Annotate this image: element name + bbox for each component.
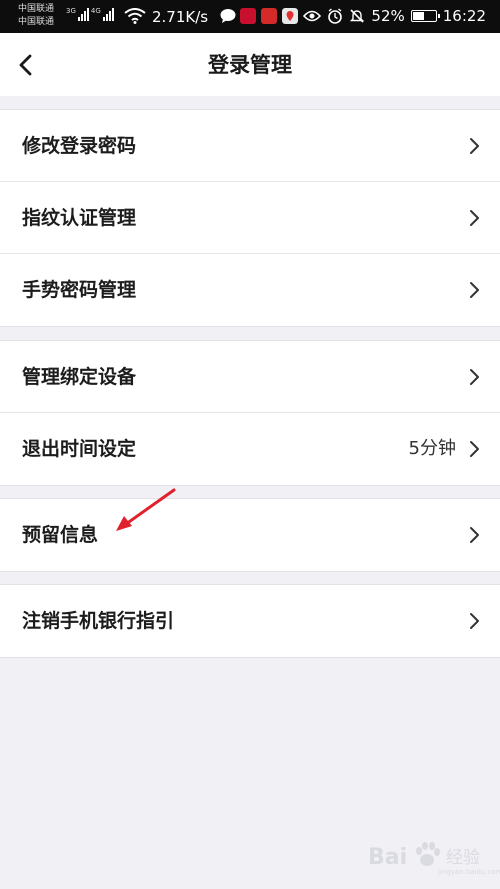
settings-row-fingerprint[interactable]: 指纹认证管理 (0, 182, 500, 254)
settings-group-device: 管理绑定设备 退出时间设定 5分钟 (0, 340, 500, 486)
mute-icon (350, 9, 365, 23)
chat-icon (220, 9, 236, 23)
battery-percent: 52% (371, 7, 405, 25)
watermark-text: Bai (368, 845, 408, 870)
paw-icon (416, 842, 440, 866)
eye-icon (303, 10, 322, 22)
signal-icon (77, 7, 89, 21)
alarm-icon (328, 8, 343, 24)
chevron-right-icon (470, 613, 479, 629)
row-label: 注销手机银行指引 (22, 610, 175, 632)
status-bar: 中国联通 中国联通 3G 4G 2.71K/s 52% 16:22 (0, 0, 500, 33)
red-arrow-icon (116, 488, 176, 531)
app-notification-icon (261, 8, 277, 24)
row-label: 退出时间设定 (22, 438, 137, 460)
page-title: 登录管理 (208, 53, 292, 77)
settings-group-cancel: 注销手机银行指引 (0, 584, 500, 658)
row-label: 修改登录密码 (22, 135, 137, 157)
timeout-value: 5分钟 (408, 438, 456, 459)
wifi-icon (124, 8, 146, 24)
settings-row-gesture-password[interactable]: 手势密码管理 (0, 254, 500, 326)
app-notification-icon (240, 8, 256, 24)
settings-group-reserved-info: 预留信息 (0, 498, 500, 572)
chevron-right-icon (470, 138, 479, 154)
signal-group: 3G 4G (66, 7, 114, 21)
status-right: 52% 16:22 (303, 7, 486, 25)
network-speed: 2.71K/s (152, 8, 209, 26)
signal-icon (102, 7, 114, 21)
row-label: 指纹认证管理 (22, 207, 137, 229)
row-label: 手势密码管理 (22, 279, 137, 301)
battery-fill (412, 12, 425, 20)
settings-row-bound-devices[interactable]: 管理绑定设备 (0, 341, 500, 413)
row-label: 管理绑定设备 (22, 366, 137, 388)
settings-row-logout-timeout[interactable]: 退出时间设定 5分钟 (0, 413, 500, 485)
chevron-right-icon (470, 527, 479, 543)
settings-row-reserved-info[interactable]: 预留信息 (0, 499, 500, 571)
settings-row-cancel-guide[interactable]: 注销手机银行指引 (0, 585, 500, 657)
network-type-1: 3G (66, 7, 76, 15)
baidu-watermark: Bai 经验 jingyan.baidu.com (368, 838, 500, 880)
clock: 16:22 (442, 7, 486, 25)
carrier-1: 中国联通 (18, 4, 55, 14)
settings-row-change-password[interactable]: 修改登录密码 (0, 110, 500, 182)
chevron-right-icon (470, 441, 479, 457)
nav-bar: 登录管理 (0, 33, 500, 96)
row-label: 预留信息 (22, 524, 99, 546)
watermark-url: jingyan.baidu.com (438, 868, 500, 876)
chevron-right-icon (470, 210, 479, 226)
chevron-right-icon (470, 282, 479, 298)
watermark-subtext: 经验 (446, 848, 480, 868)
network-type-2: 4G (90, 7, 101, 15)
carrier-2: 中国联通 (18, 17, 55, 27)
settings-group-password: 修改登录密码 指纹认证管理 手势密码管理 (0, 109, 500, 327)
chevron-right-icon (470, 369, 479, 385)
carrier-names: 中国联通 中国联通 (18, 3, 54, 29)
location-app-icon (282, 8, 298, 24)
battery-icon (410, 10, 440, 22)
